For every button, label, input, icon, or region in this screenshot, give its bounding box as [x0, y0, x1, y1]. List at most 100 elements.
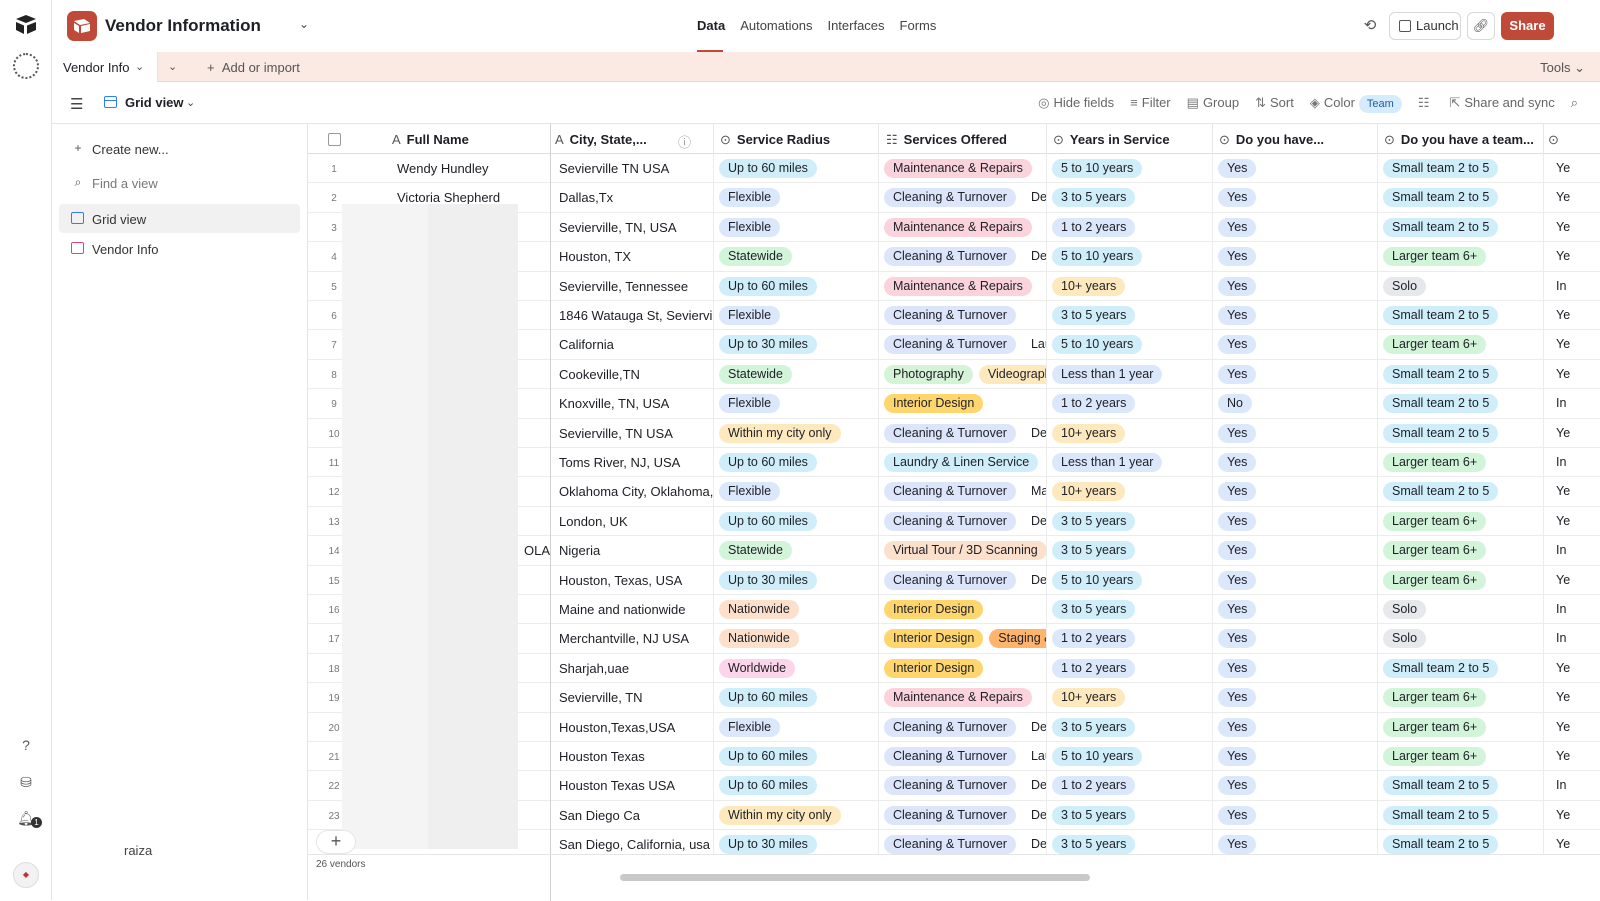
cell-do-you-have[interactable]: Yes	[1213, 359, 1378, 389]
column-header-city[interactable]: A City, State,... ⓘ	[550, 124, 714, 154]
cell-service-radius[interactable]: Nationwide	[714, 624, 879, 654]
cell-years[interactable]: 3 to 5 years	[1047, 830, 1213, 854]
cell-do-you-have[interactable]: Yes	[1213, 565, 1378, 595]
cell-team[interactable]: Small team 2 to 5	[1378, 653, 1544, 683]
view-name[interactable]: Grid view	[125, 95, 184, 110]
cell-team[interactable]: Larger team 6+	[1378, 712, 1544, 742]
cell-years[interactable]: 10+ years	[1047, 271, 1213, 301]
cell-do-you-have[interactable]: Yes	[1213, 212, 1378, 242]
cell-service-radius[interactable]: Flexible	[714, 301, 879, 330]
cell-service-radius[interactable]: Worldwide	[714, 653, 879, 683]
cell-services-offered[interactable]: Cleaning & Turnover Dee	[879, 771, 1047, 801]
cell-service-radius[interactable]: Up to 60 miles	[714, 771, 879, 801]
cell-service-radius[interactable]: Up to 60 miles	[714, 506, 879, 536]
cell-services-offered[interactable]: Cleaning & Turnover Lau	[879, 742, 1047, 771]
cell-service-radius[interactable]: Flexible	[714, 712, 879, 742]
cell-city[interactable]: Sevierville, TN USA	[554, 418, 714, 448]
cell-service-radius[interactable]: Up to 60 miles	[714, 154, 879, 183]
horizontal-scrollbar[interactable]	[620, 874, 1090, 881]
cell-city[interactable]: Sevierville, Tennessee	[554, 271, 714, 301]
cell-next-column[interactable]: Ye	[1544, 419, 1600, 448]
cell-do-you-have[interactable]: Yes	[1213, 830, 1378, 854]
tools-menu[interactable]: Tools ⌄	[1540, 60, 1585, 76]
nav-automations[interactable]: Automations	[740, 18, 812, 33]
search-icon[interactable]: ⌕	[1571, 95, 1578, 113]
more-tables-chevron-icon[interactable]: ⌄	[168, 60, 177, 73]
cell-service-radius[interactable]: Flexible	[714, 477, 879, 507]
cell-city[interactable]: Sevierville, TN	[554, 683, 714, 713]
marketplace-icon[interactable]: ⛁	[16, 772, 36, 792]
add-import-button[interactable]: + Add or import	[207, 60, 300, 75]
cell-next-column[interactable]: In	[1544, 771, 1600, 800]
column-header-do-you-have[interactable]: ⊙ Do you have...	[1213, 124, 1378, 154]
column-header-next[interactable]: ⊙	[1544, 124, 1600, 154]
cell-team[interactable]: Small team 2 to 5	[1378, 418, 1544, 448]
cell-years[interactable]: 1 to 2 years	[1047, 771, 1213, 801]
chevron-down-icon[interactable]: ⌄	[186, 96, 195, 109]
cell-next-column[interactable]: Ye	[1544, 801, 1600, 830]
column-header-team[interactable]: ⊙ Do you have a team...	[1378, 124, 1544, 154]
cell-do-you-have[interactable]: Yes	[1213, 301, 1378, 330]
hide-fields-button[interactable]: ◎ Hide fields	[1038, 95, 1114, 113]
cell-years[interactable]: 3 to 5 years	[1047, 536, 1213, 566]
cell-next-column[interactable]: Ye	[1544, 330, 1600, 359]
cell-team[interactable]: Small team 2 to 5	[1378, 212, 1544, 242]
share-button[interactable]: Share	[1501, 12, 1554, 40]
cell-team[interactable]: Larger team 6+	[1378, 565, 1544, 595]
avatar[interactable]: ◆	[13, 862, 39, 888]
cell-city[interactable]: Maine and nationwide	[554, 595, 714, 624]
cell-team[interactable]: Larger team 6+	[1378, 506, 1544, 536]
column-header-years[interactable]: ⊙ Years in Service	[1047, 124, 1213, 154]
filter-button[interactable]: ≡ Filter	[1130, 95, 1170, 113]
cell-team[interactable]: Solo	[1378, 271, 1544, 301]
history-icon[interactable]: ⟲	[1360, 16, 1380, 36]
cell-do-you-have[interactable]: Yes	[1213, 800, 1378, 830]
cell-next-column[interactable]: In	[1544, 536, 1600, 565]
cell-service-radius[interactable]: Up to 60 miles	[714, 683, 879, 713]
cell-do-you-have[interactable]: Yes	[1213, 683, 1378, 713]
cell-services-offered[interactable]: Cleaning & Turnover Dee	[879, 418, 1047, 448]
cell-services-offered[interactable]: Interior DesignStaging &	[879, 624, 1047, 654]
cell-do-you-have[interactable]: Yes	[1213, 653, 1378, 683]
cell-team[interactable]: Solo	[1378, 595, 1544, 624]
cell-city[interactable]: Houston, Texas, USA	[554, 565, 714, 595]
cell-do-you-have[interactable]: Yes	[1213, 477, 1378, 507]
cell-service-radius[interactable]: Up to 60 miles	[714, 742, 879, 771]
cell-next-column[interactable]: Ye	[1544, 507, 1600, 536]
cell-services-offered[interactable]: Maintenance & Repairs F	[879, 154, 1047, 183]
cell-do-you-have[interactable]: Yes	[1213, 448, 1378, 477]
cell-next-column[interactable]: In	[1544, 595, 1600, 624]
nav-interfaces[interactable]: Interfaces	[827, 18, 884, 33]
cell-services-offered[interactable]: Maintenance & Repairs H	[879, 271, 1047, 301]
cell-city[interactable]: 1846 Watauga St, Sevierville	[554, 301, 714, 330]
cell-team[interactable]: Solo	[1378, 624, 1544, 654]
color-button[interactable]: ◈ Color Team	[1310, 95, 1402, 113]
cell-service-radius[interactable]: Flexible	[714, 183, 879, 213]
cell-team[interactable]: Larger team 6+	[1378, 448, 1544, 477]
sidebar-item-grid-view[interactable]: Grid view	[59, 204, 300, 233]
cell-service-radius[interactable]: Up to 30 miles	[714, 330, 879, 360]
cell-do-you-have[interactable]: Yes	[1213, 742, 1378, 771]
table-row[interactable]: 1 Wendy Hundley Sevierville TN USA Up to 60…	[308, 154, 1600, 184]
nav-data[interactable]: Data	[697, 18, 725, 33]
base-icon[interactable]	[67, 11, 97, 41]
cell-team[interactable]: Larger team 6+	[1378, 242, 1544, 272]
chevron-down-icon[interactable]: ⌄	[299, 17, 309, 31]
cell-do-you-have[interactable]: Yes	[1213, 242, 1378, 272]
cell-service-radius[interactable]: Up to 60 miles	[714, 448, 879, 477]
cell-years[interactable]: 3 to 5 years	[1047, 595, 1213, 624]
select-all-checkbox[interactable]	[328, 133, 341, 146]
info-icon[interactable]: ⓘ	[678, 132, 691, 151]
cell-city[interactable]: Merchantville, NJ USA	[554, 624, 714, 654]
cell-services-offered[interactable]: Cleaning & Turnover Dee	[879, 506, 1047, 536]
cell-years[interactable]: 3 to 5 years	[1047, 800, 1213, 830]
cell-do-you-have[interactable]: Yes	[1213, 712, 1378, 742]
cell-service-radius[interactable]: Up to 30 miles	[714, 565, 879, 595]
cell-city[interactable]: California	[554, 330, 714, 360]
sidebar-item-vendor-info[interactable]: Vendor Info	[59, 234, 300, 263]
cell-services-offered[interactable]: Cleaning & Turnover Dee	[879, 830, 1047, 854]
cell-services-offered[interactable]: Maintenance & Repairs P	[879, 212, 1047, 242]
cell-team[interactable]: Small team 2 to 5	[1378, 389, 1544, 419]
cell-service-radius[interactable]: Up to 30 miles	[714, 830, 879, 854]
cell-team[interactable]: Larger team 6+	[1378, 683, 1544, 713]
